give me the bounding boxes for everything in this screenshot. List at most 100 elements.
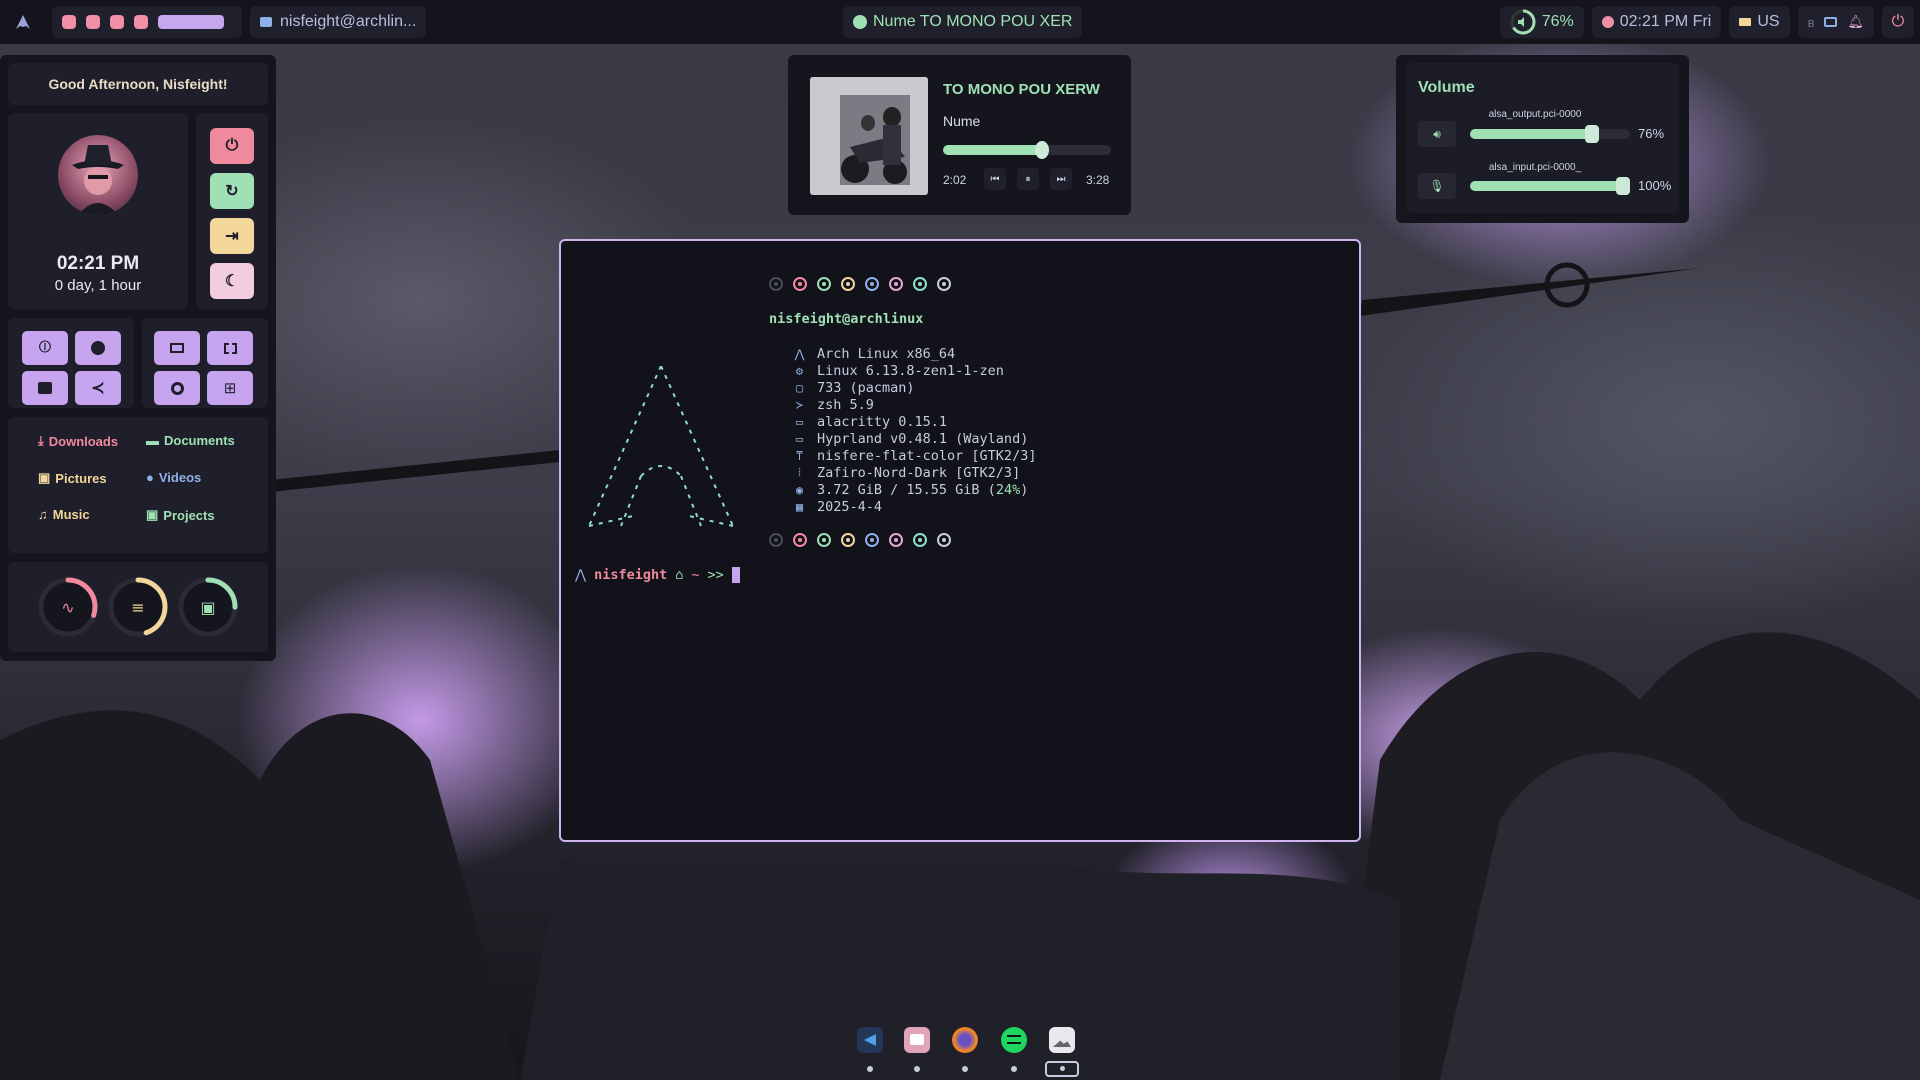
input-volume-slider[interactable] [1470,177,1630,195]
folder-projects[interactable]: ▣ Projects [146,507,215,523]
workspace-2[interactable] [86,15,100,29]
now-playing-indicator[interactable]: Nume TO MONO POU XER [843,6,1083,38]
logout-button[interactable]: ⇥ [210,218,254,254]
app-button-spotify[interactable] [75,331,121,365]
restart-button[interactable]: ↻ [210,173,254,209]
screen-icon[interactable] [1824,17,1838,27]
input-volume-knob[interactable] [1616,177,1630,195]
dock-indicator [1011,1066,1017,1072]
arch-logo-icon[interactable] [8,7,38,37]
app-button-record[interactable] [154,371,200,405]
folder-pictures[interactable]: ▣ Pictures [38,470,107,486]
system-gauges: ∿ ≡ ▣ [8,562,268,652]
palette-dot [769,533,783,547]
volume-indicator[interactable]: 76% [1499,6,1584,38]
dock-files[interactable] [904,1027,930,1053]
track-progress-fill [943,145,1042,155]
shell-icon: ≻ [795,397,804,412]
palette-dot [817,277,831,291]
dock-vscode[interactable] [857,1027,883,1053]
info-text: zsh 5.9 [817,396,874,413]
terminal-window[interactable]: nisfeight@archlinux ⋀ Arch Linux x86_64 ⚙ L… [559,239,1361,842]
skip-forward-icon: ⏭ [1056,173,1066,185]
info-line: ⁞ Zafiro-Nord-Dark [GTK2/3] [793,464,1020,481]
info-line: ▦ 2025-4-4 [793,498,882,515]
notification-icon[interactable]: 🔔︎ [1847,14,1864,30]
dock-firefox[interactable] [952,1027,978,1053]
track-title: TO MONO POU XERW [943,81,1100,98]
spotify-icon [1007,1035,1021,1044]
skip-back-icon: ⏮ [990,173,1000,185]
monitor-icon [170,343,184,353]
prev-button[interactable]: ⏮ [984,168,1006,190]
prompt-user: nisfeight [594,567,668,583]
memory-icon: ◉ [795,482,804,497]
app-button-terminal[interactable] [22,371,68,405]
power-button[interactable]: ⏻ [1882,6,1914,38]
app-button-display[interactable] [154,331,200,365]
input-device-label: alsa_input.pci-0000_ [1488,162,1582,173]
dock-indicator [1045,1061,1079,1077]
keyboard-icon [1739,18,1752,26]
sleep-button[interactable]: ☾ [210,263,254,299]
output-mute-button[interactable]: 🔊︎ [1418,121,1456,147]
keyboard-layout[interactable]: US [1729,6,1790,38]
app-button-1[interactable]: ⏼ [22,331,68,365]
app-button-vscode[interactable]: ≺ [75,371,121,405]
shutdown-button[interactable]: ⏻ [210,128,254,164]
track-progress-bar[interactable] [943,141,1111,159]
calendar-icon: ▦ [795,499,804,514]
info-text: Linux 6.13.8-zen1-1-zen [817,362,1004,379]
sleep-icon: ☾ [224,273,240,290]
download-icon: ⤓ [38,433,44,448]
pause-button[interactable]: ⏸ [1017,168,1039,190]
output-volume-slider[interactable] [1470,125,1630,143]
app-launcher-left: ⏼ ≺ [8,318,134,408]
power-menu: ⏻ ↻ ⇥ ☾ [196,113,268,309]
folder-downloads[interactable]: ⤓ Downloads [38,433,118,449]
info-line: ≻ zsh 5.9 [793,396,874,413]
palette-dot [913,277,927,291]
volume-card: Volume 🔊︎ alsa_output.pci-0000 76% 🎙︎ al… [1406,63,1679,213]
music-icon: ♫ [38,507,48,522]
clock[interactable]: 02:21 PM Fri [1591,6,1722,38]
input-volume-fill [1470,181,1630,191]
arch-ascii-logo [588,366,734,527]
brush-icon: ⍑ [795,448,804,463]
folder-shortcuts: ⤓ Downloads ▬ Documents ▣ Pictures ● Videos … [8,417,268,553]
logout-icon: ⇥ [225,228,239,245]
folder-videos[interactable]: ● Videos [146,470,201,485]
prompt-line: ⋀ nisfeight ⌂ ~ >> [575,567,740,583]
avatar [58,135,138,215]
workspace-active[interactable] [158,15,224,29]
palette-dot [937,533,951,547]
palette-dot [793,277,807,291]
dock-image-viewer[interactable] [1049,1027,1075,1053]
info-text: Arch Linux x86_64 [817,345,956,362]
power-icon: ⏼ [38,339,52,356]
active-window-title[interactable]: nisfeight@archlin... [250,6,427,38]
track-duration: 3:28 [1086,173,1110,187]
bluetooth-icon[interactable]: ʙ [1808,15,1815,30]
app-button-screenshot[interactable] [207,331,253,365]
output-volume-value: 76% [1638,126,1665,141]
folder-documents[interactable]: ▬ Documents [146,433,235,448]
app-button-grid[interactable]: ⊞ [207,371,253,405]
palette-dot [841,277,855,291]
output-device-label: alsa_output.pci-0000 [1488,109,1582,120]
workspace-4[interactable] [134,15,148,29]
palette-dot [817,533,831,547]
workspace-3[interactable] [110,15,124,29]
track-progress-knob[interactable] [1035,141,1049,159]
folder-icon: ▬ [146,433,159,448]
volume-panel: Volume 🔊︎ alsa_output.pci-0000 76% 🎙︎ al… [1396,55,1689,223]
next-button[interactable]: ⏭ [1050,168,1072,190]
folder-music[interactable]: ♫ Music [38,507,90,522]
dock-spotify[interactable] [1001,1027,1027,1053]
info-highlight: 24% [995,481,1021,498]
workspace-1[interactable] [62,15,76,29]
output-volume-knob[interactable] [1585,125,1599,143]
input-mute-button[interactable]: 🎙︎ [1418,173,1456,199]
dock-indicator [914,1066,920,1072]
palette-dot [865,277,879,291]
